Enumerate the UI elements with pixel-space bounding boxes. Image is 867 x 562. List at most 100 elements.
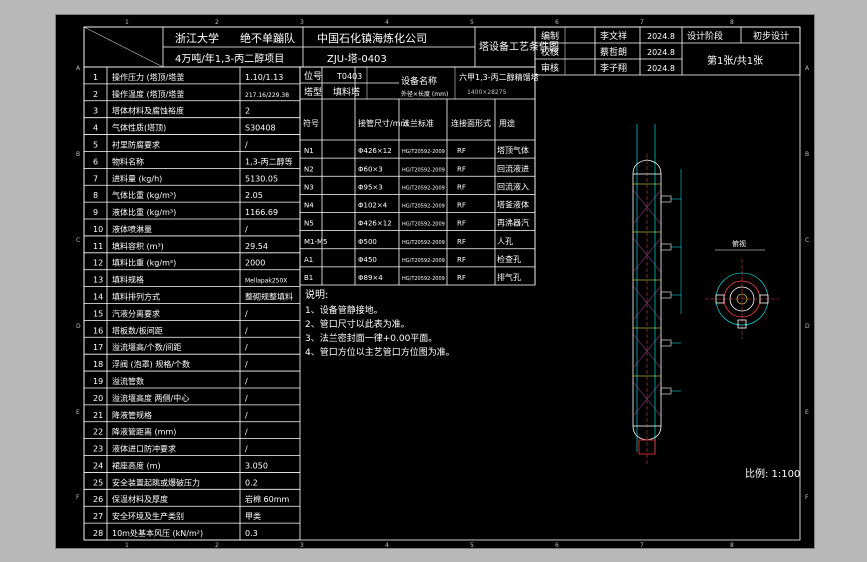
param-number: 8 [93,191,98,200]
param-number: 14 [93,293,103,302]
sheet-count: 第1张/共1张 [707,54,763,67]
approval-name: 李子翔 [600,62,627,74]
view-label: 俯视 [732,239,746,248]
nozzle-face: RF [457,202,466,210]
nozzle-size: Φ95×3 [358,183,383,191]
param-number: 5 [93,140,98,149]
grid-col-label: 6 [555,542,559,549]
param-name: 保温材料及厚度 [112,494,168,504]
grid-row-label: D [805,323,810,330]
nozzle-standard: HG/T20592-2009 [402,240,445,246]
param-value: 甲类 [245,511,261,521]
grid-row-label: C [76,237,80,244]
param-value: 0.3 [245,529,258,538]
param-number: 23 [93,445,103,454]
nozzle-symbol: B1 [304,274,313,282]
param-number: 19 [93,377,103,386]
nozzle-use: 再沸器汽 [497,218,529,228]
design-stage-value: 初步设计 [753,30,789,42]
nozzle-standard: HG/T20592-2009 [402,222,445,228]
grid-col-label: 3 [300,19,304,26]
param-number: 26 [93,495,103,504]
top-view: 俯视 [705,239,779,339]
param-number: 1 [93,73,98,82]
param-name: 物料名称 [112,156,144,166]
grid-row-label: E [805,409,809,416]
team-name: 绝不单蹦队 [240,31,295,45]
title-block: 浙江大学 绝不单蹦队 中国石化镇海炼化公司 4万吨/年1,3-丙二醇项目 ZJU… [83,26,559,68]
param-number: 10 [93,225,103,234]
param-name: 溢流堰高/个数/间距 [112,342,181,352]
nozzle-size: Φ60×3 [358,165,383,173]
equipment-size: 1400×28275 [467,89,507,96]
grid-col-label: 8 [730,19,734,26]
param-number: 7 [93,174,98,183]
nozzle-header: 用途 [499,118,515,128]
approval-date: 2024.8 [647,64,675,73]
nozzle-header: 法兰标准 [402,118,434,128]
param-name: 填料规格 [112,275,144,285]
nozzle-symbol: N5 [304,220,314,228]
nozzle-use: 检查孔 [497,254,521,264]
param-value: / [245,309,248,318]
param-name: 操作压力 (塔顶/塔釜 [112,72,184,82]
param-value: 岩棉 60mm [245,494,290,504]
param-value: 1166.69 [245,208,278,217]
param-number: 20 [93,394,103,403]
nozzle-size: Φ450 [358,256,377,264]
grid-col-label: 7 [640,542,644,549]
param-name: 衬里防腐要求 [112,139,160,149]
grid-row-label: D [76,323,81,330]
grid-col-label: 2 [215,19,219,26]
param-number: 21 [93,411,103,420]
param-value: / [245,326,248,335]
param-value: 0.2 [245,478,258,487]
grid-col-label: 1 [125,19,129,26]
param-number: 24 [93,461,103,470]
grid-col-label: 8 [730,542,734,549]
nozzle-standard: HG/T20592-2009 [402,204,445,210]
param-name: 浮阀 (泡罩) 规格/个数 [112,359,190,369]
param-value: 整砌规整填料 [245,292,293,302]
param-value: / [245,140,248,149]
value-tag: T0403 [336,72,362,81]
param-value: Mellapak250X [245,278,287,285]
nozzle-standard: HG/T20592-2009 [402,149,445,155]
param-number: 18 [93,360,103,369]
param-value: / [245,445,248,454]
grid-row-label: A [805,65,810,72]
param-value: / [245,394,248,403]
approval-role: 编制 [541,30,559,42]
approval-date: 2024.8 [647,48,675,57]
label-equipment-name: 设备名称 [401,75,437,87]
nozzle-symbol: N2 [304,165,314,173]
drawing-number: ZJU-塔-0403 [327,52,387,65]
notes-block: 说明: [305,288,328,301]
nozzle-face: RF [457,165,466,173]
param-name: 进料量 (kg/h) [112,173,162,183]
value-type: 填料塔 [333,86,360,98]
param-name: 气体比重 (kg/m³) [112,190,176,200]
param-value: 5130.05 [245,174,278,183]
param-name: 液体喷淋量 [112,224,152,234]
nozzle-face: RF [457,256,466,264]
param-name: 降液管规格 [112,410,152,420]
equipment-name: 六甲1,3-丙二醇精馏塔 [459,72,539,82]
param-name: 塔板数/板间距 [112,325,163,335]
approval-name: 李文祥 [600,30,627,42]
grid-col-label: 6 [555,19,559,26]
param-name: 塔体材料及腐蚀裕度 [112,106,184,116]
param-value: 29.54 [245,242,268,251]
nozzle-size: Φ102×4 [358,202,388,210]
grid-col-label: 7 [640,19,644,26]
nozzle-standard: HG/T20592-2009 [402,276,445,282]
nozzle-symbol: N3 [304,183,314,191]
param-name: 填料容积 (m³) [112,241,164,251]
nozzle-standard: HG/T20592-2009 [402,258,445,264]
param-name: 溢流堰高度 两侧/中心 [112,393,189,403]
grid-col-label: 1 [125,542,129,549]
grid-col-label: 4 [385,542,389,549]
label-type: 塔型 [304,86,322,98]
nozzle-face: RF [457,147,466,155]
param-name: 操作温度 (塔顶/塔釜 [112,89,184,99]
